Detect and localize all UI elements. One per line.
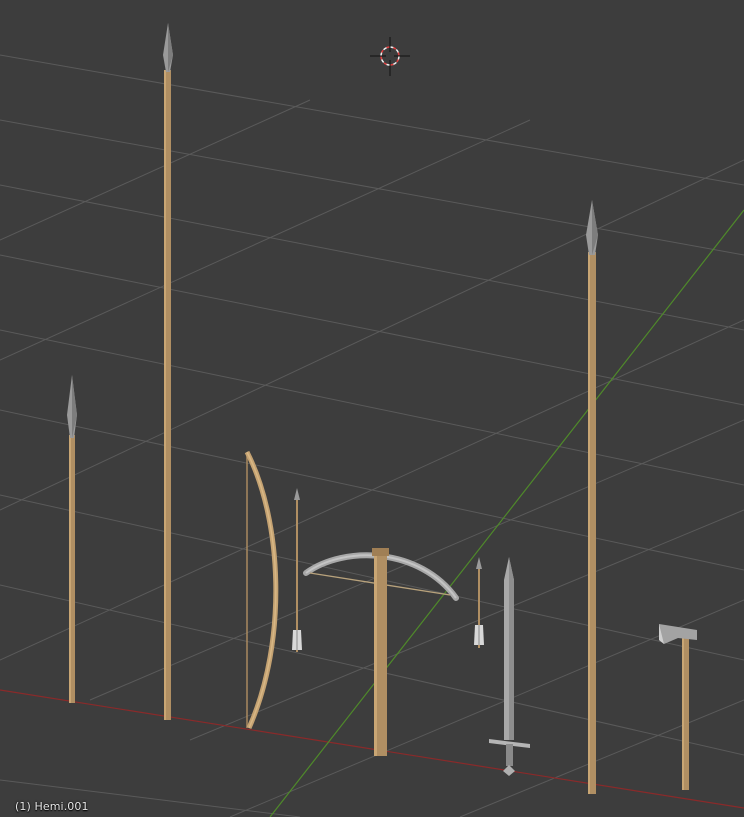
spear-short[interactable] bbox=[67, 375, 77, 703]
arrow-1[interactable] bbox=[292, 488, 302, 652]
3d-viewport[interactable]: (1) Hemi.001 bbox=[0, 0, 744, 817]
x-axis-line bbox=[0, 689, 744, 809]
spear-tall[interactable] bbox=[163, 23, 173, 720]
axe[interactable] bbox=[659, 624, 697, 790]
spear-right[interactable] bbox=[586, 200, 598, 794]
viewport-scene[interactable] bbox=[0, 0, 744, 817]
longbow[interactable] bbox=[244, 450, 279, 730]
3d-cursor-icon[interactable] bbox=[370, 37, 410, 76]
crossbow[interactable] bbox=[303, 548, 459, 756]
sword[interactable] bbox=[489, 557, 530, 776]
grid-floor bbox=[0, 54, 744, 817]
active-object-label: (1) Hemi.001 bbox=[15, 800, 89, 813]
